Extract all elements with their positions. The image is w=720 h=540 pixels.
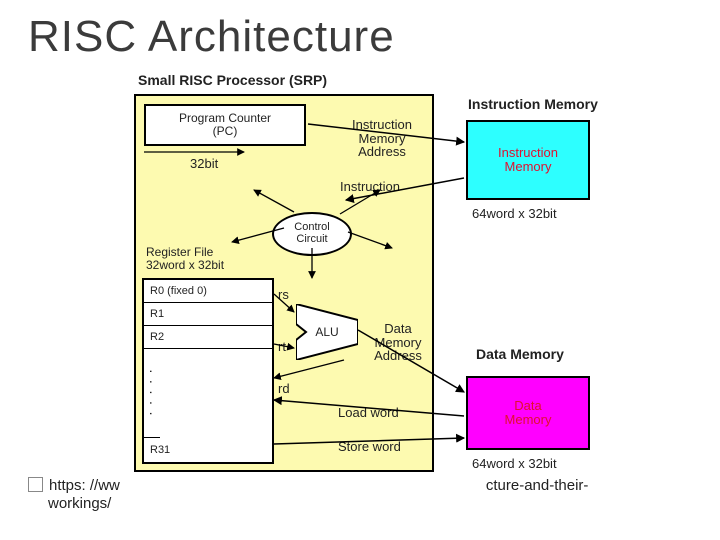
slide-title: RISC Architecture xyxy=(28,12,692,62)
control-circuit: Control Circuit xyxy=(272,212,352,256)
srp-block: Program Counter (PC) 32bit Instruction M… xyxy=(134,94,434,472)
label-dm-address: Data Memory Address xyxy=(368,322,428,363)
label-im-address: Instruction Memory Address xyxy=(336,118,428,159)
label-rs: rs xyxy=(278,288,289,302)
label-load-word: Load word xyxy=(338,406,399,420)
instruction-memory-title: Instruction Memory xyxy=(468,96,598,112)
footer-line2: workings/ xyxy=(48,495,588,514)
label-instruction: Instruction xyxy=(340,180,400,194)
register-file-title: Register File 32word x 32bit xyxy=(146,246,224,272)
register-ellipsis: · · · · · xyxy=(144,349,160,438)
register-r1: R1 xyxy=(144,303,272,326)
data-memory-bits: 64word x 32bit xyxy=(472,456,557,471)
pc-bits: 32bit xyxy=(190,156,218,171)
program-counter: Program Counter (PC) xyxy=(144,104,306,146)
footer-link[interactable]: https: //ww cture-and-their- workings/ xyxy=(28,477,588,515)
register-file: R0 (fixed 0) R1 R2 · · · · · R31 xyxy=(142,278,274,464)
diagram: Small RISC Processor (SRP) Program Count… xyxy=(134,72,604,474)
label-store-word: Store word xyxy=(338,440,401,454)
alu: ALU xyxy=(296,304,358,360)
slide: RISC Architecture Small RISC Processor (… xyxy=(0,0,720,540)
figure-caption: Small RISC Processor (SRP) xyxy=(138,72,327,88)
register-r0: R0 (fixed 0) xyxy=(144,280,272,303)
label-rt: rt xyxy=(278,340,286,354)
instruction-memory: Instruction Memory xyxy=(466,120,590,200)
register-r2: R2 xyxy=(144,326,272,349)
checkbox-icon xyxy=(28,477,43,492)
data-memory-title: Data Memory xyxy=(476,346,564,362)
label-rd: rd xyxy=(278,382,290,396)
register-r31: R31 xyxy=(144,438,272,461)
data-memory: Data Memory xyxy=(466,376,590,450)
footer-line1b: cture-and-their- xyxy=(486,477,589,494)
instruction-memory-bits: 64word x 32bit xyxy=(472,206,557,221)
footer-line1a: https: //ww xyxy=(49,477,120,494)
